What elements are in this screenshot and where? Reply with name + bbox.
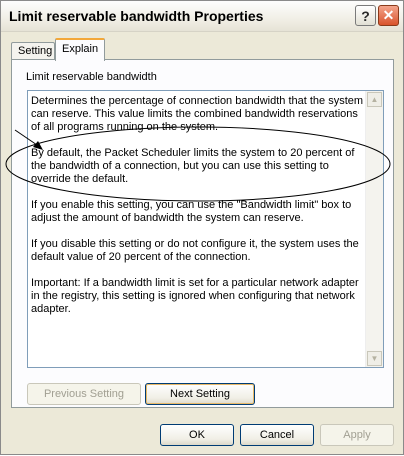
tab-explain[interactable]: Explain [55,38,105,61]
cancel-button[interactable]: Cancel [240,424,314,446]
title-bar[interactable]: Limit reservable bandwidth Properties ? … [1,1,403,32]
explain-paragraph: If you enable this setting, you can use … [31,199,352,224]
scroll-up-arrow-icon[interactable]: ▲ [367,92,382,107]
close-button[interactable]: ✕ [378,5,399,26]
ok-button[interactable]: OK [160,424,234,446]
explain-text: Determines the percentage of connection … [31,95,365,329]
explain-paragraph: Important: If a bandwidth limit is set f… [31,277,359,315]
explain-paragraph: If you disable this setting or do not co… [31,238,359,263]
apply-button[interactable]: Apply [320,424,394,446]
previous-setting-button[interactable]: Previous Setting [27,383,141,405]
explain-paragraph: Determines the percentage of connection … [31,95,364,133]
window-title: Limit reservable bandwidth Properties [9,8,264,24]
scroll-down-arrow-icon[interactable]: ▼ [367,351,382,366]
tab-setting[interactable]: Setting [11,42,55,60]
vertical-scrollbar[interactable]: ▲ ▼ [365,91,383,367]
help-button[interactable]: ? [355,5,376,26]
explain-panel: Limit reservable bandwidth Determines th… [11,59,394,408]
explain-heading: Limit reservable bandwidth [26,71,157,83]
next-setting-button[interactable]: Next Setting [145,383,255,405]
explain-text-box[interactable]: Determines the percentage of connection … [27,90,384,368]
properties-dialog: Limit reservable bandwidth Properties ? … [0,0,404,455]
explain-paragraph: By default, the Packet Scheduler limits … [31,147,355,185]
